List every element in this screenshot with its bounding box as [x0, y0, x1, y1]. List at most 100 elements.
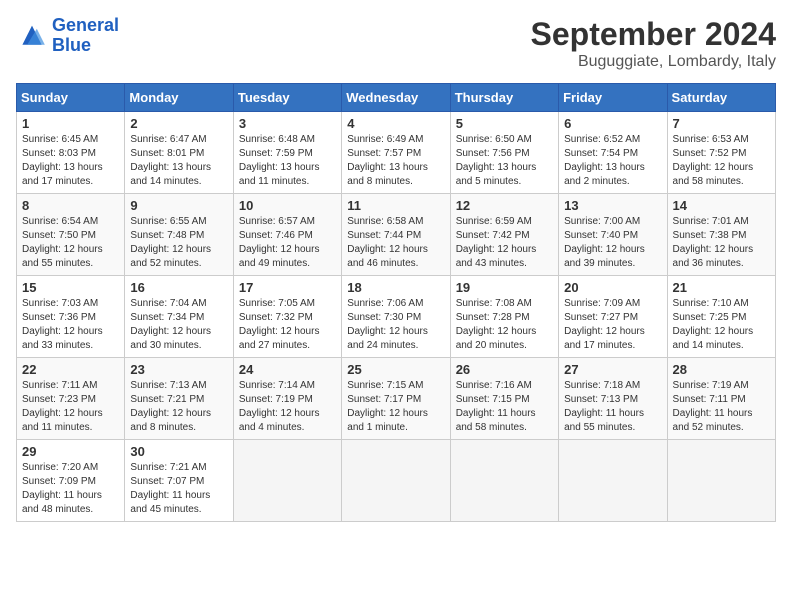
day-number: 10 [239, 198, 336, 213]
calendar-cell: 8 Sunrise: 6:54 AMSunset: 7:50 PMDayligh… [17, 194, 125, 276]
day-number: 20 [564, 280, 661, 295]
day-info: Sunrise: 6:55 AMSunset: 7:48 PMDaylight:… [130, 215, 227, 271]
calendar-cell: 1 Sunrise: 6:45 AMSunset: 8:03 PMDayligh… [17, 112, 125, 194]
day-number: 7 [673, 116, 770, 131]
day-number: 22 [22, 362, 119, 377]
day-info: Sunrise: 7:18 AMSunset: 7:13 PMDaylight:… [564, 379, 661, 435]
day-number: 15 [22, 280, 119, 295]
calendar-cell [342, 440, 450, 522]
day-number: 28 [673, 362, 770, 377]
day-number: 30 [130, 444, 227, 459]
day-info: Sunrise: 6:50 AMSunset: 7:56 PMDaylight:… [456, 133, 553, 189]
day-info: Sunrise: 7:01 AMSunset: 7:38 PMDaylight:… [673, 215, 770, 271]
calendar-cell: 24 Sunrise: 7:14 AMSunset: 7:19 PMDaylig… [233, 358, 341, 440]
day-info: Sunrise: 7:00 AMSunset: 7:40 PMDaylight:… [564, 215, 661, 271]
day-info: Sunrise: 7:19 AMSunset: 7:11 PMDaylight:… [673, 379, 770, 435]
logo-general: General [52, 15, 119, 35]
day-number: 9 [130, 198, 227, 213]
header-monday: Monday [125, 84, 233, 112]
calendar-week-2: 8 Sunrise: 6:54 AMSunset: 7:50 PMDayligh… [17, 194, 776, 276]
header-sunday: Sunday [17, 84, 125, 112]
calendar-cell [559, 440, 667, 522]
calendar-cell: 22 Sunrise: 7:11 AMSunset: 7:23 PMDaylig… [17, 358, 125, 440]
day-info: Sunrise: 6:58 AMSunset: 7:44 PMDaylight:… [347, 215, 444, 271]
day-number: 5 [456, 116, 553, 131]
day-info: Sunrise: 7:08 AMSunset: 7:28 PMDaylight:… [456, 297, 553, 353]
calendar-cell: 30 Sunrise: 7:21 AMSunset: 7:07 PMDaylig… [125, 440, 233, 522]
header: General Blue September 2024 Buguggiate, … [16, 16, 776, 71]
day-info: Sunrise: 6:52 AMSunset: 7:54 PMDaylight:… [564, 133, 661, 189]
day-info: Sunrise: 7:15 AMSunset: 7:17 PMDaylight:… [347, 379, 444, 435]
day-number: 21 [673, 280, 770, 295]
day-number: 26 [456, 362, 553, 377]
calendar-cell: 13 Sunrise: 7:00 AMSunset: 7:40 PMDaylig… [559, 194, 667, 276]
day-number: 1 [22, 116, 119, 131]
day-info: Sunrise: 6:54 AMSunset: 7:50 PMDaylight:… [22, 215, 119, 271]
day-number: 3 [239, 116, 336, 131]
day-number: 12 [456, 198, 553, 213]
calendar-cell: 4 Sunrise: 6:49 AMSunset: 7:57 PMDayligh… [342, 112, 450, 194]
title-block: September 2024 Buguggiate, Lombardy, Ita… [531, 16, 776, 71]
calendar-cell [667, 440, 775, 522]
day-number: 13 [564, 198, 661, 213]
calendar-cell: 27 Sunrise: 7:18 AMSunset: 7:13 PMDaylig… [559, 358, 667, 440]
day-number: 23 [130, 362, 227, 377]
calendar-cell: 11 Sunrise: 6:58 AMSunset: 7:44 PMDaylig… [342, 194, 450, 276]
calendar-cell: 2 Sunrise: 6:47 AMSunset: 8:01 PMDayligh… [125, 112, 233, 194]
calendar-cell: 3 Sunrise: 6:48 AMSunset: 7:59 PMDayligh… [233, 112, 341, 194]
page-subtitle: Buguggiate, Lombardy, Italy [531, 53, 776, 71]
calendar-cell: 16 Sunrise: 7:04 AMSunset: 7:34 PMDaylig… [125, 276, 233, 358]
day-number: 2 [130, 116, 227, 131]
day-info: Sunrise: 7:16 AMSunset: 7:15 PMDaylight:… [456, 379, 553, 435]
day-number: 6 [564, 116, 661, 131]
calendar-cell: 25 Sunrise: 7:15 AMSunset: 7:17 PMDaylig… [342, 358, 450, 440]
day-info: Sunrise: 7:13 AMSunset: 7:21 PMDaylight:… [130, 379, 227, 435]
day-info: Sunrise: 6:45 AMSunset: 8:03 PMDaylight:… [22, 133, 119, 189]
page-title: September 2024 [531, 16, 776, 53]
calendar-cell [233, 440, 341, 522]
header-wednesday: Wednesday [342, 84, 450, 112]
calendar-table: SundayMondayTuesdayWednesdayThursdayFrid… [16, 83, 776, 522]
day-info: Sunrise: 7:05 AMSunset: 7:32 PMDaylight:… [239, 297, 336, 353]
calendar-cell: 12 Sunrise: 6:59 AMSunset: 7:42 PMDaylig… [450, 194, 558, 276]
day-info: Sunrise: 6:53 AMSunset: 7:52 PMDaylight:… [673, 133, 770, 189]
header-tuesday: Tuesday [233, 84, 341, 112]
day-info: Sunrise: 7:21 AMSunset: 7:07 PMDaylight:… [130, 461, 227, 517]
calendar-week-4: 22 Sunrise: 7:11 AMSunset: 7:23 PMDaylig… [17, 358, 776, 440]
calendar-cell: 6 Sunrise: 6:52 AMSunset: 7:54 PMDayligh… [559, 112, 667, 194]
header-thursday: Thursday [450, 84, 558, 112]
calendar-cell: 21 Sunrise: 7:10 AMSunset: 7:25 PMDaylig… [667, 276, 775, 358]
calendar-cell: 20 Sunrise: 7:09 AMSunset: 7:27 PMDaylig… [559, 276, 667, 358]
day-info: Sunrise: 7:03 AMSunset: 7:36 PMDaylight:… [22, 297, 119, 353]
calendar-cell: 17 Sunrise: 7:05 AMSunset: 7:32 PMDaylig… [233, 276, 341, 358]
day-number: 19 [456, 280, 553, 295]
calendar-cell: 19 Sunrise: 7:08 AMSunset: 7:28 PMDaylig… [450, 276, 558, 358]
day-info: Sunrise: 7:06 AMSunset: 7:30 PMDaylight:… [347, 297, 444, 353]
day-info: Sunrise: 7:09 AMSunset: 7:27 PMDaylight:… [564, 297, 661, 353]
calendar-cell [450, 440, 558, 522]
calendar-week-1: 1 Sunrise: 6:45 AMSunset: 8:03 PMDayligh… [17, 112, 776, 194]
calendar-cell: 23 Sunrise: 7:13 AMSunset: 7:21 PMDaylig… [125, 358, 233, 440]
day-info: Sunrise: 6:47 AMSunset: 8:01 PMDaylight:… [130, 133, 227, 189]
logo-icon [16, 22, 48, 50]
calendar-cell: 7 Sunrise: 6:53 AMSunset: 7:52 PMDayligh… [667, 112, 775, 194]
day-info: Sunrise: 7:10 AMSunset: 7:25 PMDaylight:… [673, 297, 770, 353]
calendar-cell: 5 Sunrise: 6:50 AMSunset: 7:56 PMDayligh… [450, 112, 558, 194]
day-info: Sunrise: 6:48 AMSunset: 7:59 PMDaylight:… [239, 133, 336, 189]
day-number: 24 [239, 362, 336, 377]
day-info: Sunrise: 7:20 AMSunset: 7:09 PMDaylight:… [22, 461, 119, 517]
calendar-week-5: 29 Sunrise: 7:20 AMSunset: 7:09 PMDaylig… [17, 440, 776, 522]
calendar-week-3: 15 Sunrise: 7:03 AMSunset: 7:36 PMDaylig… [17, 276, 776, 358]
calendar-cell: 9 Sunrise: 6:55 AMSunset: 7:48 PMDayligh… [125, 194, 233, 276]
header-friday: Friday [559, 84, 667, 112]
calendar-cell: 28 Sunrise: 7:19 AMSunset: 7:11 PMDaylig… [667, 358, 775, 440]
day-number: 4 [347, 116, 444, 131]
calendar-header-row: SundayMondayTuesdayWednesdayThursdayFrid… [17, 84, 776, 112]
day-info: Sunrise: 6:59 AMSunset: 7:42 PMDaylight:… [456, 215, 553, 271]
day-number: 29 [22, 444, 119, 459]
logo-blue: Blue [52, 35, 91, 55]
calendar-cell: 29 Sunrise: 7:20 AMSunset: 7:09 PMDaylig… [17, 440, 125, 522]
day-number: 8 [22, 198, 119, 213]
day-info: Sunrise: 7:11 AMSunset: 7:23 PMDaylight:… [22, 379, 119, 435]
day-number: 27 [564, 362, 661, 377]
